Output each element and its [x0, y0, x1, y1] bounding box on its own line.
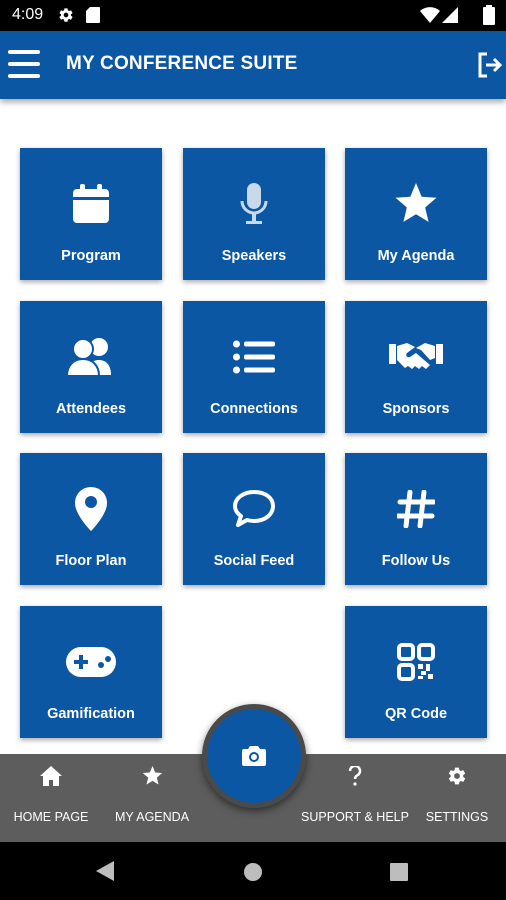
tile-label: Sponsors: [382, 401, 450, 417]
nav-label: SETTINGS: [425, 810, 489, 824]
status-time: 4:09: [12, 6, 44, 23]
tile-label: Speakers: [221, 248, 287, 264]
battery-icon: [483, 5, 495, 29]
tile-label: Floor Plan: [55, 553, 127, 569]
home-circle-icon: [244, 863, 262, 881]
menu-button[interactable]: [8, 50, 40, 78]
back-triangle-icon: [96, 861, 114, 881]
camera-button[interactable]: [202, 704, 306, 808]
app-bar: MY CONFERENCE SUITE: [0, 31, 506, 99]
recents-button[interactable]: [390, 863, 408, 881]
logout-button[interactable]: [476, 51, 504, 79]
nav-settings[interactable]: SETTINGS: [418, 754, 496, 842]
list-icon: [183, 335, 325, 379]
nav-support-help[interactable]: SUPPORT & HELP: [300, 754, 410, 842]
recents-square-icon: [390, 863, 408, 881]
wifi-icon: [420, 7, 440, 27]
tile-my-agenda[interactable]: My Agenda: [345, 148, 487, 280]
gear-icon: [418, 766, 496, 790]
camera-icon: [242, 746, 266, 766]
tile-label: Connections: [210, 401, 298, 417]
calendar-icon: [20, 182, 162, 226]
tile-social-feed[interactable]: Social Feed: [183, 453, 325, 585]
question-icon: [300, 766, 410, 790]
hashtag-icon: [345, 487, 487, 531]
tile-qr-code[interactable]: QR Code: [345, 606, 487, 738]
tile-label: Follow Us: [381, 553, 451, 569]
tile-follow-us[interactable]: Follow Us: [345, 453, 487, 585]
tile-gamification[interactable]: Gamification: [20, 606, 162, 738]
logout-icon: [478, 52, 503, 78]
star-icon: [107, 766, 197, 790]
sd-card-icon: [86, 7, 100, 27]
gamepad-icon: [20, 640, 162, 684]
signal-icon: [442, 7, 458, 27]
tile-label: QR Code: [384, 706, 448, 722]
tile-label: Program: [61, 248, 121, 264]
star-icon: [345, 182, 487, 226]
page-title: MY CONFERENCE SUITE: [66, 53, 298, 74]
status-bar: 4:09: [0, 0, 506, 31]
tile-sponsors[interactable]: Sponsors: [345, 301, 487, 433]
tile-label: My Agenda: [377, 248, 455, 264]
back-button[interactable]: [96, 861, 118, 883]
system-nav-bar: [0, 842, 506, 900]
nav-label: HOME PAGE: [13, 810, 89, 824]
map-pin-icon: [20, 487, 162, 531]
tile-connections[interactable]: Connections: [183, 301, 325, 433]
users-icon: [20, 335, 162, 379]
tile-program[interactable]: Program: [20, 148, 162, 280]
nav-my-agenda[interactable]: MY AGENDA: [107, 754, 197, 842]
microphone-icon: [183, 182, 325, 226]
settings-notification-icon: [58, 7, 74, 27]
qr-code-icon: [345, 640, 487, 684]
chat-bubble-icon: [183, 487, 325, 531]
nav-home-page[interactable]: HOME PAGE: [6, 754, 96, 842]
tile-floor-plan[interactable]: Floor Plan: [20, 453, 162, 585]
nav-label: SUPPORT & HELP: [301, 810, 409, 824]
home-button[interactable]: [243, 862, 263, 882]
home-icon: [6, 766, 96, 790]
tile-label: Gamification: [47, 706, 135, 722]
tile-speakers[interactable]: Speakers: [183, 148, 325, 280]
tile-attendees[interactable]: Attendees: [20, 301, 162, 433]
handshake-icon: [345, 335, 487, 379]
tile-label: Social Feed: [213, 553, 295, 569]
nav-label: MY AGENDA: [114, 810, 190, 824]
tile-label: Attendees: [55, 401, 127, 417]
